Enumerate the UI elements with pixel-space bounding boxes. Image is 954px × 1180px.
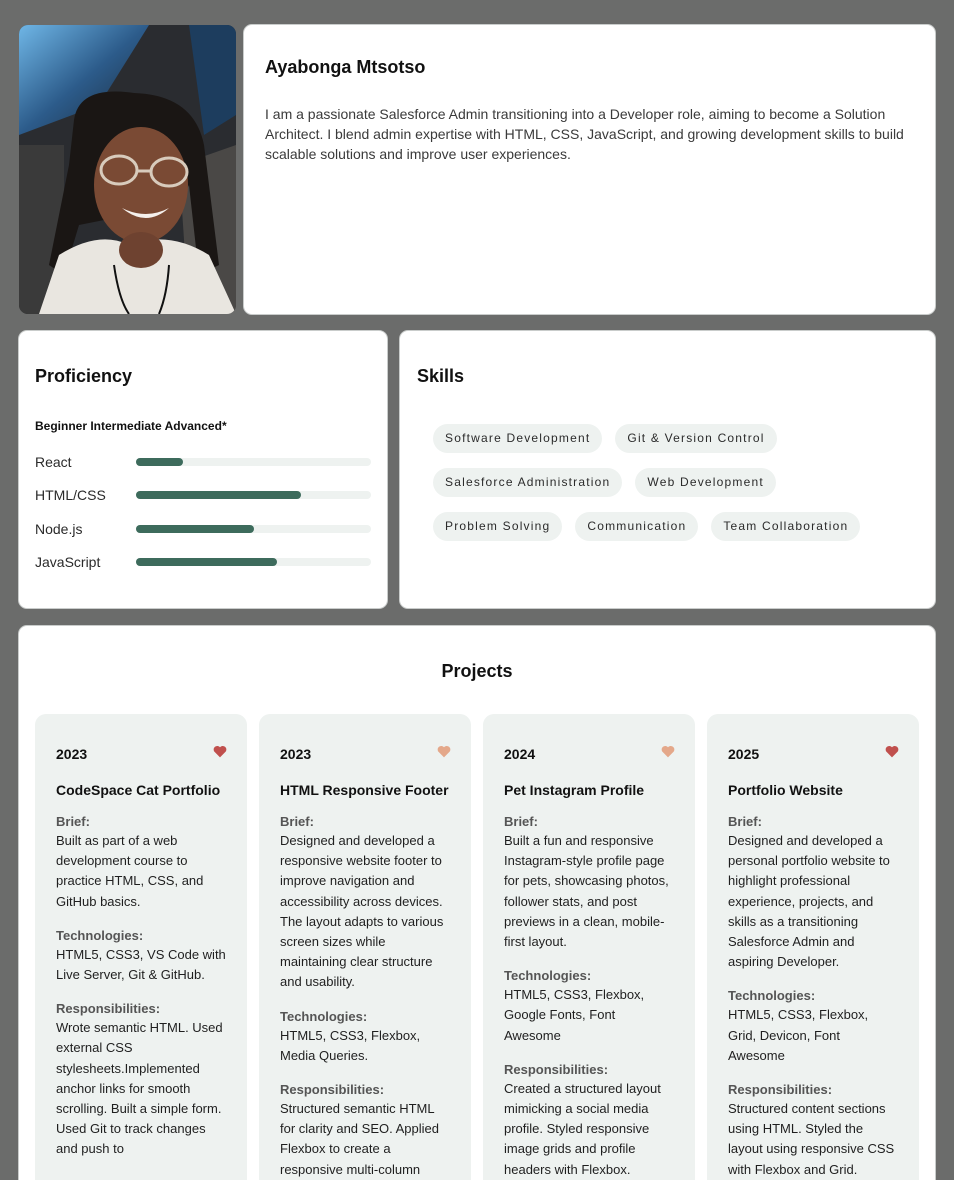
project-card: 2024 Pet Instagram Profile Brief: Built a f…: [483, 714, 695, 1180]
proficiency-label: React: [35, 453, 72, 470]
skill-chip: Salesforce Administration: [433, 468, 623, 497]
proficiency-fill: [136, 457, 183, 466]
responsibilities-label: Responsibilities:: [56, 1001, 161, 1017]
project-title: Pet Instagram Profile: [504, 782, 645, 798]
skill-chip: Communication: [575, 512, 699, 541]
project-brief: Built a fun and responsive Instagram-sty…: [504, 833, 669, 950]
heart-icon[interactable]: [437, 745, 451, 758]
heart-icon[interactable]: [661, 745, 675, 758]
project-card: 2023 CodeSpace Cat Portfolio Brief: Built a…: [35, 714, 247, 1180]
projects-title: Projects: [441, 661, 513, 681]
proficiency-track: [136, 457, 371, 466]
project-brief: Designed and developed a personal portfo…: [728, 833, 890, 970]
proficiency-row: JavaScript: [35, 546, 371, 580]
proficiency-card: Proficiency Beginner Intermediate Advanc…: [18, 330, 388, 609]
project-responsibilities: Structured semantic HTML for clarity and…: [280, 1101, 439, 1177]
proficiency-title: Proficiency: [35, 366, 133, 386]
skill-chip: Git & Version Control: [615, 424, 777, 453]
technologies-label: Technologies:: [280, 1008, 368, 1024]
profile-name: Ayabonga Mtsotso: [265, 57, 426, 77]
skill-chip: Software Development: [433, 424, 603, 453]
project-brief: Designed and developed a responsive webs…: [280, 833, 444, 990]
skill-chip: Problem Solving: [433, 512, 563, 541]
heart-icon[interactable]: [885, 745, 899, 758]
skill-chip: Web Development: [635, 468, 776, 497]
proficiency-track: [136, 524, 371, 533]
project-year: 2023: [280, 746, 312, 762]
heart-icon[interactable]: [213, 745, 227, 758]
project-responsibilities: Wrote semantic HTML. Used external CSS s…: [56, 1020, 223, 1157]
project-title: HTML Responsive Footer: [280, 782, 449, 798]
technologies-label: Technologies:: [728, 988, 816, 1004]
proficiency-fill: [136, 491, 301, 500]
projects-card: Projects 2023 CodeSpace Cat Portfolio Brie…: [18, 625, 936, 1180]
skills-card: Skills Software Development Git & Version…: [399, 330, 936, 609]
project-year: 2024: [504, 746, 536, 762]
proficiency-fill: [136, 524, 254, 533]
project-title: CodeSpace Cat Portfolio: [56, 782, 221, 798]
proficiency-row: HTML/CSS: [35, 479, 371, 513]
proficiency-legend: Beginner Intermediate Advanced*: [35, 419, 227, 433]
project-technologies: HTML5, CSS3, Flexbox, Google Fonts, Font…: [504, 987, 645, 1043]
project-technologies: HTML5, CSS3, VS Code with Live Server, G…: [56, 946, 226, 983]
responsibilities-label: Responsibilities:: [728, 1082, 833, 1098]
project-card: 2023 HTML Responsive Footer Brief: Designed…: [259, 714, 471, 1180]
skill-chip: Team Collaboration: [711, 512, 861, 541]
proficiency-row: React: [35, 445, 371, 479]
brief-label: Brief:: [728, 814, 762, 829]
project-brief: Built as part of a web development cours…: [56, 833, 204, 909]
bio-card: Ayabonga Mtsotso I am a passionate Sales…: [243, 24, 936, 315]
proficiency-bars: React HTML/CSS Node.js JavaScript: [35, 445, 371, 579]
proficiency-label: Node.js: [35, 520, 83, 537]
proficiency-row: Node.js: [35, 512, 371, 546]
proficiency-label: HTML/CSS: [35, 487, 106, 504]
project-technologies: HTML5, CSS3, Flexbox, Grid, Devicon, Fon…: [728, 1007, 869, 1063]
skills-title: Skills: [417, 366, 465, 386]
profile-bio: I am a passionate Salesforce Admin trans…: [265, 106, 904, 162]
project-title: Portfolio Website: [728, 782, 843, 798]
project-card: 2025 Portfolio Website Brief: Designed and …: [707, 714, 919, 1180]
responsibilities-label: Responsibilities:: [280, 1082, 385, 1098]
technologies-label: Technologies:: [56, 927, 144, 943]
proficiency-label: JavaScript: [35, 554, 101, 571]
brief-label: Brief:: [504, 814, 538, 829]
brief-label: Brief:: [56, 814, 90, 829]
project-responsibilities: Created a structured layout mimicking a …: [504, 1080, 661, 1177]
skill-chips: Software Development Git & Version Contro…: [417, 424, 897, 541]
project-year: 2023: [56, 746, 88, 762]
profile-photo: [19, 25, 236, 314]
project-year: 2025: [728, 746, 760, 762]
responsibilities-label: Responsibilities:: [504, 1061, 609, 1077]
brief-label: Brief:: [280, 814, 314, 829]
technologies-label: Technologies:: [504, 968, 592, 984]
proficiency-track: [136, 558, 371, 567]
proficiency-fill: [136, 558, 277, 567]
projects-grid: 2023 CodeSpace Cat Portfolio Brief: Built a…: [35, 714, 919, 1180]
project-responsibilities: Structured content sections using HTML. …: [728, 1101, 895, 1177]
proficiency-track: [136, 491, 371, 500]
project-technologies: HTML5, CSS3, Flexbox, Media Queries.: [280, 1027, 421, 1063]
